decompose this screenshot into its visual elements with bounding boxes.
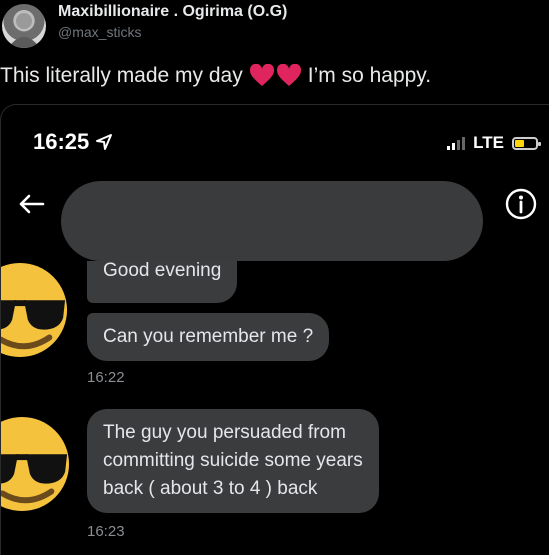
tweet-media-screenshot[interactable]: 16:25 LTE Good evening Can you remember … [0,104,549,555]
message-bubble[interactable]: Can you remember me ? [87,313,330,361]
hearts [249,64,302,88]
network-label: LTE [473,133,504,152]
battery-icon [512,136,541,150]
message-timestamp: 16:22 [87,369,125,386]
status-bar-right: LTE [447,133,541,153]
message-timestamp: 16:23 [87,523,125,540]
contact-name-redacted[interactable] [61,181,483,261]
message-text-line: committing suicide some years [103,450,363,471]
message-bubble[interactable]: The guy you persuaded from committing su… [87,409,379,513]
author-handle[interactable]: @max_sticks [58,24,141,40]
tweet-header: Maxibillionaire . Ogirima (O.G) @max_sti… [0,0,549,60]
author-name[interactable]: Maxibillionaire . Ogirima (O.G) [58,3,287,21]
info-icon[interactable] [504,187,538,221]
message-text-line: back ( about 3 to 4 ) back [103,478,318,499]
signal-icon [447,136,466,150]
tweet-text-end: I’m so happy. [307,64,432,87]
message-bubble[interactable]: Good evening [87,261,238,303]
sunglasses-emoji-icon [1,262,68,358]
tweet-text-main: This literally made my day [0,64,243,87]
status-bar-time: 16:25 [33,129,113,155]
message-text-line: The guy you persuaded from [103,422,346,443]
tweet-text: This literally made my day I’m so happy. [0,64,431,88]
back-arrow-icon[interactable] [15,187,49,221]
message-text: Good evening [103,261,222,281]
message-text: Can you remember me ? [103,326,314,347]
avatar[interactable] [2,4,46,48]
heart-icon [249,64,274,86]
heart-icon [276,64,301,86]
location-arrow-icon [96,134,113,150]
sunglasses-emoji-icon [1,416,70,512]
status-time-text: 16:25 [33,129,90,154]
